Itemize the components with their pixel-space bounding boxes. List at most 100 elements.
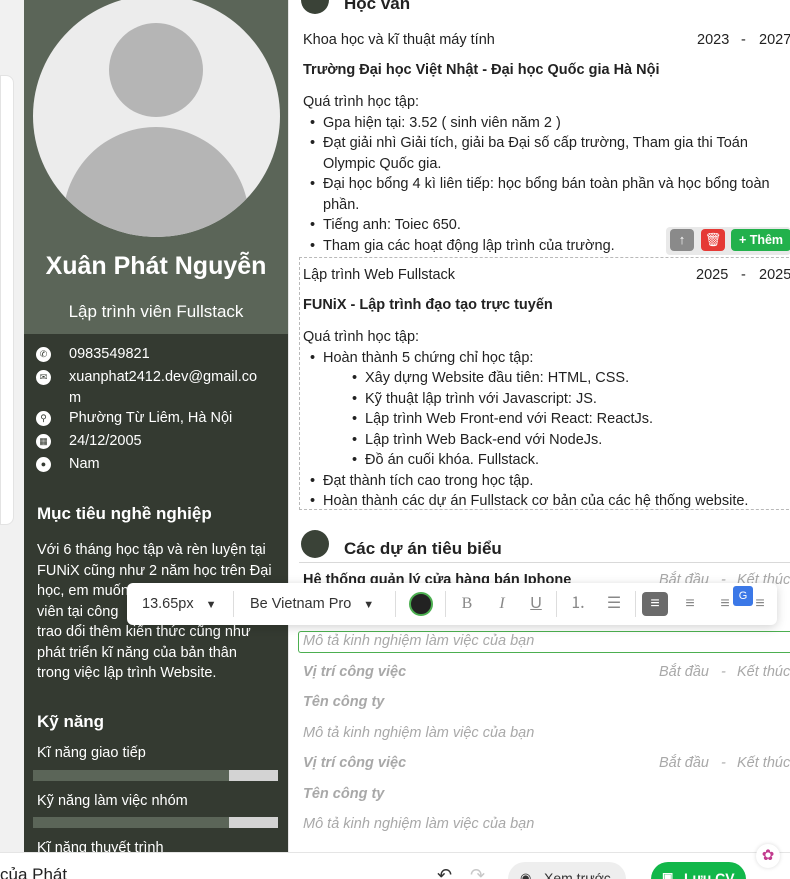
save-label: Lưu CV xyxy=(684,870,735,879)
position-field[interactable]: Vị trí công việc xyxy=(303,755,406,771)
projects-title[interactable]: Các dự án tiêu biểu xyxy=(344,539,502,559)
skill-bar[interactable] xyxy=(33,817,278,828)
bottom-bar: của Phát ↶ ↷ ◉ Xem trước ▣ Lưu CV xyxy=(0,852,790,879)
avatar[interactable] xyxy=(33,0,280,237)
chevron-down-icon: ▼ xyxy=(363,599,375,611)
eye-icon: ◉ xyxy=(520,870,532,879)
education-start[interactable]: 2025 xyxy=(696,267,728,283)
divider xyxy=(635,591,636,617)
process-label: Quá trình học tập: xyxy=(303,329,420,345)
bullet-list-button[interactable]: ☰ xyxy=(601,592,627,616)
date-separator: - xyxy=(721,755,726,771)
education-end[interactable]: 2025 xyxy=(759,267,790,283)
description-field[interactable]: Mô tả kinh nghiệm làm việc của bạn xyxy=(303,816,534,832)
divider xyxy=(395,591,396,617)
skill-name[interactable]: Kĩ năng thuyết trình xyxy=(37,840,164,852)
education-major[interactable]: Lập trình Web Fullstack xyxy=(303,267,455,283)
process-label: Quá trình học tập: xyxy=(303,94,420,110)
cv-main-content: Học vấn Khoa học và kĩ thuật máy tính 20… xyxy=(288,0,790,852)
education-start[interactable]: 2023 xyxy=(697,32,729,48)
education-school[interactable]: Trường Đại học Việt Nhật - Đại học Quốc … xyxy=(303,62,660,78)
calendar-icon: ▦ xyxy=(36,434,51,449)
save-icon: ▣ xyxy=(662,870,674,879)
font-size-select[interactable]: 13.65px ▼ xyxy=(142,583,217,625)
sidebar-header: Xuân Phát Nguyễn Lập trình viên Fullstac… xyxy=(24,0,288,334)
date-separator: - xyxy=(741,267,746,283)
skill-bar-fill xyxy=(33,770,229,781)
ai-assistant-icon[interactable]: ✿ xyxy=(756,844,780,868)
goal-line: Với 6 tháng học tập và rèn luyện tại xyxy=(37,542,266,558)
divider xyxy=(233,591,234,617)
align-left-button[interactable]: ≡ xyxy=(642,592,668,616)
add-item-button[interactable]: + Thêm xyxy=(731,229,790,251)
preview-button[interactable]: ◉ Xem trước xyxy=(508,862,626,879)
full-name[interactable]: Xuân Phát Nguyễn xyxy=(24,252,288,281)
education-end[interactable]: 2027 xyxy=(759,32,790,48)
date-separator: - xyxy=(741,32,746,48)
preview-label: Xem trước xyxy=(544,870,611,879)
list-item: Đại học bổng 4 kì liên tiếp: học bổng bá… xyxy=(303,174,790,195)
email-text: xuanphat2412.dev@gmail.com xyxy=(69,369,258,406)
font-family-select[interactable]: Be Vietnam Pro ▼ xyxy=(250,583,374,625)
avatar-head-shape xyxy=(109,23,203,117)
item-toolbar: ↑ 🗑 + Thêm xyxy=(666,227,790,255)
redo-icon[interactable]: ↷ xyxy=(470,865,485,879)
gender-text: Nam xyxy=(69,456,100,472)
phone-text: 0983549821 xyxy=(69,346,150,362)
education-title[interactable]: Học vấn xyxy=(344,0,410,14)
text-format-toolbar: 13.65px ▼ Be Vietnam Pro ▼ B I U ⒈ ☰ ≡ ≡ ≡… xyxy=(127,583,777,625)
nested-list-item: Kỹ thuật lập trình với Javascript: JS. xyxy=(303,389,790,410)
skill-bar-fill xyxy=(33,817,229,828)
goal-line: FUNiX cũng như 2 năm học trên Đại xyxy=(37,562,272,579)
left-panel-edge xyxy=(0,75,14,525)
delete-button[interactable]: 🗑 xyxy=(701,229,725,251)
ordered-list-button[interactable]: ⒈ xyxy=(565,592,591,616)
position-field[interactable]: Vị trí công việc xyxy=(303,664,406,680)
education-major[interactable]: Khoa học và kĩ thuật máy tính xyxy=(303,32,495,48)
text-color-picker[interactable] xyxy=(409,592,433,616)
skill-bar[interactable] xyxy=(33,770,278,781)
company-field[interactable]: Tên công ty xyxy=(303,694,384,710)
nested-list-item: Lập trình Web Front-end với React: React… xyxy=(303,409,790,430)
education-section-icon xyxy=(301,0,329,14)
list-item: Đạt giải nhì Giải tích, giải ba Đại số c… xyxy=(303,133,790,154)
cv-sidebar: Xuân Phát Nguyễn Lập trình viên Fullstac… xyxy=(24,0,288,852)
description-placeholder[interactable]: Mô tả kinh nghiệm làm việc của bạn xyxy=(303,633,534,649)
chevron-down-icon: ▼ xyxy=(205,599,217,611)
underline-button[interactable]: U xyxy=(523,592,549,616)
end-date-field[interactable]: Kết thúc xyxy=(737,755,790,771)
save-cv-button[interactable]: ▣ Lưu CV xyxy=(651,862,746,879)
phone-icon: ✆ xyxy=(36,347,51,362)
company-field[interactable]: Tên công ty xyxy=(303,786,384,802)
education-description[interactable]: Quá trình học tập: Hoàn thành 5 chứng ch… xyxy=(303,327,790,512)
mail-icon: ✉ xyxy=(36,370,51,385)
skill-name[interactable]: Kỹ năng làm việc nhóm xyxy=(37,793,188,809)
font-size-value: 13.65px xyxy=(142,596,194,612)
bullet-list: Hoàn thành 5 chứng chỉ học tập: xyxy=(303,348,790,369)
list-item: Đạt thành tích cao trong học tập. xyxy=(303,471,790,492)
cv-editor: { "profile": { "name": "Xuân Phát Nguyễn… xyxy=(0,0,790,879)
document-title[interactable]: của Phát xyxy=(0,865,67,879)
job-title[interactable]: Lập trình viên Fullstack xyxy=(24,302,288,322)
list-item: Gpa hiện tại: 3.52 ( sinh viên năm 2 ) xyxy=(303,113,790,134)
education-school[interactable]: FUNiX - Lập trình đạo tạo trực tuyến xyxy=(303,297,553,313)
skills-title[interactable]: Kỹ năng xyxy=(37,712,104,732)
italic-button[interactable]: I xyxy=(489,592,515,616)
address-text: Phường Từ Liêm, Hà Nội xyxy=(69,410,233,426)
goal-title[interactable]: Mục tiêu nghề nghiệp xyxy=(37,504,212,524)
goal-line: phát triển kĩ năng của bản thân xyxy=(37,644,237,661)
bold-button[interactable]: B xyxy=(454,592,480,616)
list-item: Hoàn thành 5 chứng chỉ học tập: xyxy=(303,348,790,369)
start-date-field[interactable]: Bắt đầu xyxy=(659,664,709,680)
end-date-field[interactable]: Kết thúc xyxy=(737,664,790,680)
start-date-field[interactable]: Bắt đầu xyxy=(659,755,709,771)
font-family-value: Be Vietnam Pro xyxy=(250,596,352,612)
birthday-text: 24/12/2005 xyxy=(69,433,142,449)
description-field[interactable]: Mô tả kinh nghiệm làm việc của bạn xyxy=(303,725,534,741)
date-separator: - xyxy=(721,664,726,680)
move-up-button[interactable]: ↑ xyxy=(670,229,694,251)
align-center-button[interactable]: ≡ xyxy=(677,592,703,616)
translate-icon[interactable]: G xyxy=(733,586,753,606)
skill-name[interactable]: Kĩ năng giao tiếp xyxy=(37,745,146,761)
undo-icon[interactable]: ↶ xyxy=(437,865,452,879)
